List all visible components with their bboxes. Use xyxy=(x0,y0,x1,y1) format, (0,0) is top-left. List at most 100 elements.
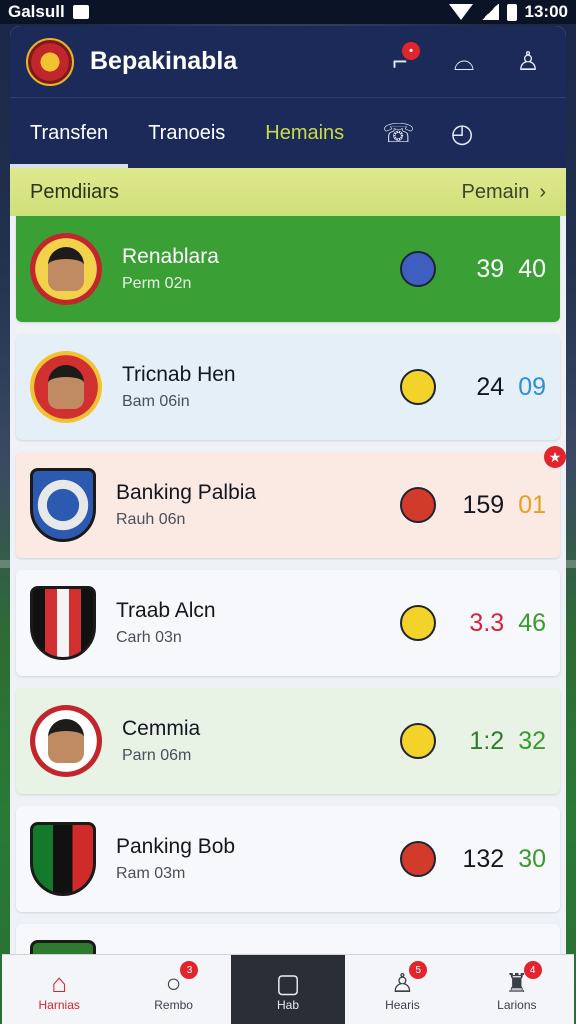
player-name: Cemmia xyxy=(122,717,201,740)
clock: 13:00 xyxy=(524,2,568,21)
tab-players[interactable]: Hemains xyxy=(245,98,364,168)
club-logo[interactable] xyxy=(26,37,74,86)
player-row[interactable]: Panking Bob Ram 03m 132 30 xyxy=(16,806,560,912)
stat-primary: 24 xyxy=(476,372,505,401)
notifications-button[interactable]: ⌐ • xyxy=(378,40,422,84)
square-icon: ▢ xyxy=(275,967,301,998)
player-info: Banking Palbia Rauh 06n xyxy=(116,481,400,529)
notification-icon xyxy=(72,5,89,19)
nav-badge: 3 xyxy=(180,961,199,979)
player-row[interactable]: Tricnab Hen Bam 06in 24 09 xyxy=(16,334,560,440)
club-crest xyxy=(30,822,96,896)
stat-primary: 1:2 xyxy=(469,726,505,755)
stat-secondary: 46 xyxy=(518,608,546,637)
player-stats: 1:2 32 xyxy=(466,727,546,756)
status-bar: Galsull 13:00 xyxy=(0,0,576,24)
app-header: Bepakinabla ⌐ • ⌓ ♙ xyxy=(10,26,566,98)
profile-button[interactable]: ♙ xyxy=(506,40,550,84)
see-all-link[interactable]: Pemain › xyxy=(462,181,546,204)
player-subtitle: Rauh 06n xyxy=(116,511,186,528)
club-badge-icon xyxy=(400,605,436,641)
whistle-icon[interactable]: ☏ xyxy=(364,118,433,149)
bell-icon: ⌓ xyxy=(453,45,475,76)
timer-icon[interactable]: ◴ xyxy=(433,118,492,149)
stat-primary: 39 xyxy=(476,254,505,283)
player-name: Traab Alcn xyxy=(116,599,216,622)
stat-primary: 159 xyxy=(462,490,505,519)
stat-primary: 132 xyxy=(462,844,505,873)
tab-transfer[interactable]: Transfen xyxy=(10,98,129,168)
nav-label: Hab xyxy=(277,997,300,1012)
player-info: Renablara Perm 02n xyxy=(122,245,400,293)
player-row[interactable]: Traab Alcn Carh 03n 3.3 46 xyxy=(16,570,560,676)
player-stats: 3.3 46 xyxy=(466,609,546,638)
club-badge-icon xyxy=(400,251,436,287)
nav-item-harnias[interactable]: ⌂ Harnias xyxy=(2,955,116,1024)
circle-icon: ○ xyxy=(165,967,182,998)
nav-label: Hearis xyxy=(385,997,420,1012)
wifi-icon xyxy=(448,4,473,20)
nav-label: Larions xyxy=(497,997,537,1012)
player-photo xyxy=(48,365,84,409)
player-subtitle: Perm 02n xyxy=(122,275,192,292)
app-window: Bepakinabla ⌐ • ⌓ ♙ Transfen Tranoeis He… xyxy=(10,26,566,970)
nav-label: Rembo xyxy=(154,997,193,1012)
star-badge-icon: ★ xyxy=(544,446,566,468)
carrier-label: Galsull xyxy=(8,2,65,21)
tab-bar: Transfen Tranoeis Hemains ☏ ◴ xyxy=(10,98,566,168)
section-title: Pemdiiars xyxy=(30,180,119,203)
chevron-right-icon: › xyxy=(539,180,546,203)
nav-badge: 4 xyxy=(523,961,542,979)
player-info: Traab Alcn Carh 03n xyxy=(116,599,400,647)
user-icon: ♙ xyxy=(516,46,540,76)
nav-label: Harnias xyxy=(38,997,80,1012)
notification-badge: • xyxy=(402,41,420,60)
player-photo xyxy=(48,719,84,763)
player-row[interactable]: Renablara Perm 02n 39 40 xyxy=(16,216,560,322)
player-name: Renablara xyxy=(122,245,219,268)
player-avatar xyxy=(30,233,102,305)
bottom-navigation: ⌂ Harnias ○ Rembo 3 ▢ Hab ♙ Hearis 5 ♜ Larions 4 xyxy=(2,954,574,1024)
nav-item-hab[interactable]: ▢ Hab xyxy=(230,955,346,1024)
player-info: Panking Bob Ram 03m xyxy=(116,835,400,883)
player-stats: 39 40 xyxy=(466,255,546,284)
player-subtitle: Parn 06m xyxy=(122,747,192,764)
see-all-label: Pemain xyxy=(461,180,530,203)
player-stats: 132 30 xyxy=(462,844,546,874)
club-badge-icon xyxy=(400,841,436,877)
app-title: Bepakinabla xyxy=(90,47,238,75)
battery-icon xyxy=(506,3,517,21)
player-name: Banking Palbia xyxy=(116,481,257,504)
player-list: Renablara Perm 02n 39 40 Tricnab Hen Bam 06in… xyxy=(10,216,566,970)
player-row[interactable]: Banking Palbia Rauh 06n 159 01 ★ xyxy=(16,446,566,558)
nav-item-rembo[interactable]: ○ Rembo 3 xyxy=(116,955,230,1024)
stat-secondary: 01 xyxy=(518,490,546,519)
club-crest xyxy=(30,586,96,660)
club-crest xyxy=(30,468,96,542)
section-header: Pemdiiars Pemain › xyxy=(10,168,566,216)
player-info: Cemmia Parn 06m xyxy=(122,717,400,765)
player-name: Tricnab Hen xyxy=(122,363,236,386)
stat-secondary: 09 xyxy=(518,372,546,401)
player-photo xyxy=(48,247,84,291)
player-avatar xyxy=(30,705,102,777)
nav-item-hearis[interactable]: ♙ Hearis 5 xyxy=(345,955,459,1024)
stadium-button[interactable]: ⌓ xyxy=(442,40,486,84)
stat-primary: 3.3 xyxy=(469,608,505,637)
player-subtitle: Carh 03n xyxy=(116,629,182,646)
player-subtitle: Bam 06in xyxy=(122,393,190,410)
player-avatar xyxy=(30,351,102,423)
player-row[interactable]: Cemmia Parn 06m 1:2 32 xyxy=(16,688,560,794)
nav-badge: 5 xyxy=(409,961,428,979)
signal-icon xyxy=(480,4,499,20)
club-badge-icon xyxy=(400,487,436,523)
player-stats: 24 09 xyxy=(466,373,546,402)
player-name: Panking Bob xyxy=(116,835,236,858)
stat-secondary: 30 xyxy=(518,844,546,873)
nav-item-larions[interactable]: ♜ Larions 4 xyxy=(460,955,574,1024)
tab-training[interactable]: Tranoeis xyxy=(128,98,245,168)
stat-secondary: 32 xyxy=(518,726,546,755)
club-badge-icon xyxy=(400,723,436,759)
stat-secondary: 40 xyxy=(518,254,546,283)
club-badge-icon xyxy=(400,369,436,405)
